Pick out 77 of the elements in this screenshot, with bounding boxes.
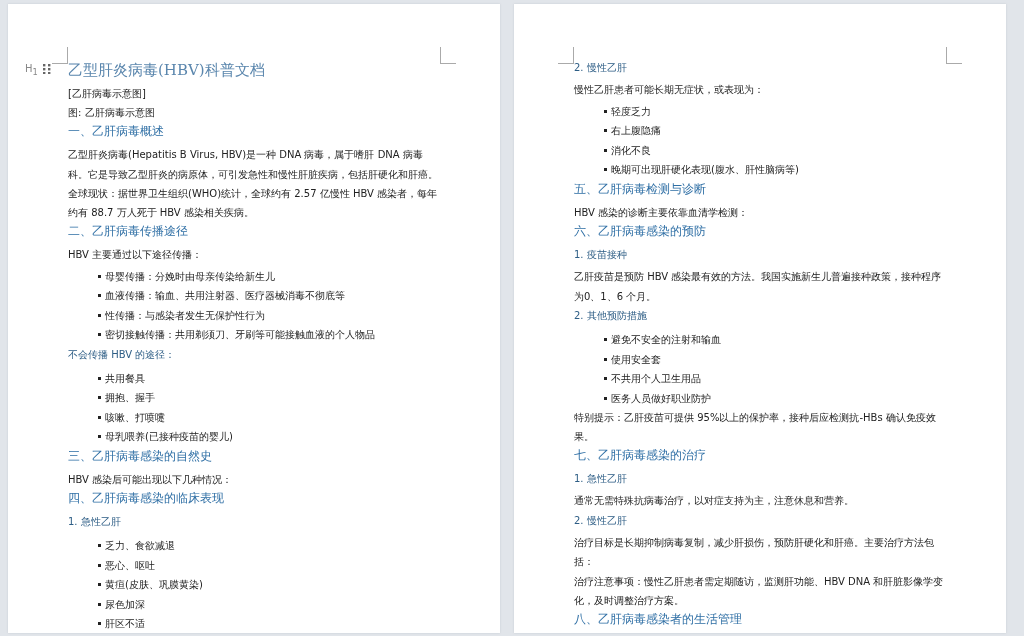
subsection-heading: 1. 急性乙肝	[574, 472, 628, 486]
list-item: 尿色加深	[105, 597, 145, 612]
bullet-icon	[98, 396, 101, 400]
bullet-icon	[98, 583, 101, 587]
bullet-icon	[98, 333, 101, 337]
list-item: 黄疸(皮肤、巩膜黄染)	[105, 578, 203, 592]
bullet-icon	[604, 357, 607, 361]
heading-level-marker[interactable]: H$_{1}$	[25, 63, 38, 77]
list-item: 共用餐具	[105, 371, 145, 386]
list-item: 肝区不适	[105, 617, 145, 631]
bullet-icon	[98, 294, 101, 298]
list-item: 不共用个人卫生用品	[611, 372, 701, 386]
bullet-icon	[604, 129, 607, 133]
subsection-heading: 2. 慢性乙肝	[574, 513, 628, 528]
bullet-icon	[604, 396, 607, 400]
list-item: 拥抱、握手	[105, 391, 155, 405]
bullet-icon	[98, 376, 101, 380]
bullet-icon	[98, 622, 101, 626]
margin-corner-mark	[52, 47, 68, 64]
list-item: 轻度乏力	[611, 104, 651, 119]
list-item: 血液传播：输血、共用注射器、医疗器械消毒不彻底等	[105, 289, 345, 303]
bullet-icon	[98, 415, 101, 419]
subsection-heading: 不会传播 HBV 的途径：	[68, 347, 177, 362]
list-item: 咳嗽、打喷嚏	[105, 410, 165, 425]
paragraph: HBV 感染后可能出现以下几种情况：	[68, 472, 234, 487]
bullet-icon	[98, 313, 101, 317]
paragraph: 图: 乙肝病毒示意图	[68, 106, 156, 120]
paragraph: 特别提示：乙肝疫苗可提供 95%以上的保护率，接种后应检测抗-HBs 确认免疫效果。	[574, 411, 937, 444]
list-item: 右上腹隐痛	[611, 124, 661, 138]
list-item: 密切接触传播：共用剃须刀、牙刷等可能接触血液的个人物品	[105, 328, 375, 342]
drag-handle-icon[interactable]	[43, 64, 51, 74]
paragraph: 慢性乙肝患者可能长期无症状，或表现为：	[574, 83, 765, 97]
list-item: 避免不安全的注射和输血	[611, 333, 721, 347]
bullet-icon	[98, 435, 101, 439]
list-item: 性传播：与感染者发生无保护性行为	[105, 308, 265, 323]
paragraph: 治疗注意事项：慢性乙肝患者需定期随访，监测肝功能、HBV DNA 和肝脏影像学变化，及时调整治疗方案。	[574, 574, 945, 608]
subsection-heading: 1. 急性乙肝	[68, 515, 122, 529]
list-item: 使用安全套	[611, 352, 661, 367]
bullet-icon	[604, 338, 607, 342]
document-title: 乙型肝炎病毒(HBV)科普文档	[68, 60, 266, 81]
paragraph: [乙肝病毒示意图]	[68, 87, 147, 101]
bullet-icon	[98, 544, 101, 548]
list-item: 母婴传播：分娩时由母亲传染给新生儿	[105, 269, 275, 284]
paragraph: 通常无需特殊抗病毒治疗，以对症支持为主，注意休息和营养。	[574, 494, 855, 508]
subsection-heading: 2. 其他预防措施	[574, 309, 648, 323]
section-heading: 七、乙肝病毒感染的治疗	[574, 447, 707, 464]
list-item: 恶心、呕吐	[105, 558, 155, 573]
subsection-heading: 1. 疫苗接种	[574, 248, 628, 262]
paragraph: HBV 主要通过以下途径传播：	[68, 248, 204, 262]
list-item: 医务人员做好职业防护	[611, 391, 711, 406]
list-item: 母乳喂养(已接种疫苗的婴儿)	[105, 430, 233, 444]
paragraph: 治疗目标是长期抑制病毒复制，减少肝损伤，预防肝硬化和肝癌。主要治疗方法包括：	[574, 535, 935, 569]
margin-corner-mark	[440, 47, 456, 64]
list-item: 晚期可出现肝硬化表现(腹水、肝性脑病等)	[611, 163, 799, 177]
section-heading: 二、乙肝病毒传播途径	[68, 223, 189, 240]
bullet-icon	[98, 274, 101, 278]
margin-corner-mark	[946, 47, 962, 64]
bullet-icon	[604, 109, 607, 113]
bullet-icon	[604, 148, 607, 152]
bullet-icon	[604, 377, 607, 381]
subsection-heading: 2. 慢性乙肝	[574, 61, 628, 75]
list-item: 乏力、食欲减退	[105, 539, 175, 553]
bullet-icon	[98, 563, 101, 567]
paragraph: 乙型肝炎病毒(Hepatitis B Virus, HBV)是一种 DNA 病毒，属于嗜肝 DNA 病毒科。它是导致乙型肝炎的病原体，可引发急性和慢性肝脏疾病，包括肝硬化和肝癌。	[68, 148, 439, 182]
section-heading: 三、乙肝病毒感染的自然史	[68, 447, 213, 465]
section-heading: 四、乙肝病毒感染的临床表现	[68, 490, 225, 507]
paragraph: 乙肝疫苗是预防 HBV 感染最有效的方法。我国实施新生儿普遍接种政策，接种程序为0、1、6 个月。	[574, 270, 943, 304]
margin-corner-mark	[558, 47, 574, 64]
list-item: 消化不良	[611, 143, 651, 158]
paragraph: HBV 感染的诊断主要依靠血清学检测：	[574, 205, 750, 220]
section-heading: 六、乙肝病毒感染的预防	[574, 223, 707, 240]
section-heading: 五、乙肝病毒检测与诊断	[574, 180, 707, 198]
section-heading: 八、乙肝病毒感染者的生活管理	[574, 610, 743, 628]
bullet-icon	[604, 168, 607, 172]
paragraph: 全球现状：据世界卫生组织(WHO)统计，全球约有 2.57 亿慢性 HBV 感染者，每年约有 88.7 万人死于 HBV 感染相关疾病。	[68, 187, 438, 220]
bullet-icon	[98, 602, 101, 606]
section-heading: 一、乙肝病毒概述	[68, 123, 165, 140]
